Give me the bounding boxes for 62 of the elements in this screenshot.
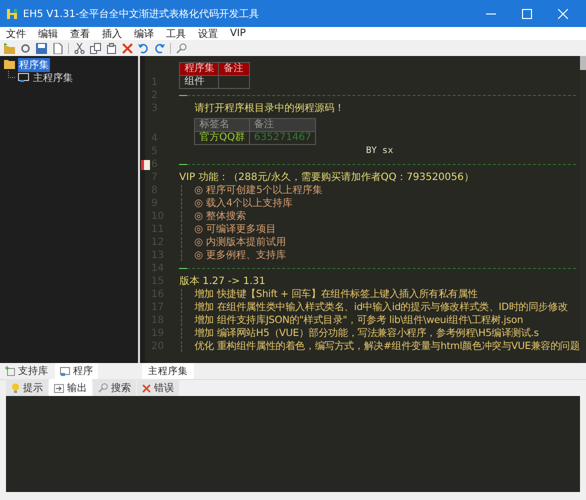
delete-icon[interactable]: [122, 42, 133, 54]
code-line: ◎ 载入4个以上支持库: [181, 198, 293, 209]
table-header-cell: 备注: [218, 62, 250, 76]
window-icon: [18, 73, 29, 82]
code-line: ◎ 程序可创建5个以上程序集: [181, 185, 323, 196]
window-icon: [60, 366, 70, 376]
table-header-cell: 备注: [250, 118, 316, 132]
scrollbar[interactable]: [580, 56, 586, 363]
menu-item[interactable]: 文件: [6, 26, 26, 40]
panel-tab[interactable]: 程序: [55, 363, 98, 379]
table-cell: [218, 76, 250, 88]
menu-item[interactable]: 编译: [134, 26, 154, 40]
lightbulb-icon: [11, 383, 20, 393]
search-icon[interactable]: [176, 42, 187, 54]
code-line: ◎ 更多例程、支持库: [181, 250, 286, 261]
code-line: 版本 1.27 -> 1.31: [179, 276, 266, 287]
output-tab[interactable]: 搜索: [93, 379, 136, 397]
code-line: 增加 在组件属性类中输入样式类名、id中输入id的提示与修改样式类、ID时的同步修改: [181, 302, 568, 313]
code-line: ◎ 整体搜索: [181, 211, 246, 222]
window-title: EH5 V1.31-全平台全中文渐进式表格化代码开发工具: [23, 8, 260, 20]
error-icon: [142, 384, 151, 392]
code-line: ◎ 内测版本提前试用: [181, 237, 286, 248]
document-icon[interactable]: [52, 42, 63, 54]
menu-item[interactable]: VIP: [230, 28, 246, 39]
search-icon: [98, 383, 108, 393]
table-header-cell: 程序集: [180, 62, 219, 76]
copy-icon[interactable]: [90, 42, 101, 54]
code-line: 增加 组件支持库JSON的"样式目录"，可参考 lib\组件\weui组件\工程树.json: [181, 315, 524, 326]
output-tab[interactable]: 输出: [49, 379, 92, 397]
folder-icon: [4, 60, 15, 69]
menu-item[interactable]: 设置: [198, 26, 218, 40]
menu-item[interactable]: 编辑: [38, 26, 58, 40]
code-line: ◎ 可编译更多项目: [181, 224, 276, 235]
paste-icon[interactable]: [106, 42, 117, 54]
close-icon[interactable]: [558, 8, 568, 18]
folder-icon[interactable]: [4, 42, 15, 54]
menu-item[interactable]: 插入: [102, 26, 122, 40]
app-icon: [6, 8, 18, 20]
table-cell: 635271467: [250, 132, 316, 144]
menu-item[interactable]: 工具: [166, 26, 186, 40]
arrow-icon: [54, 384, 64, 392]
menu-item[interactable]: 查看: [70, 26, 90, 40]
table-header-cell: 标签名: [194, 118, 250, 132]
output-tab[interactable]: 错误: [137, 379, 179, 397]
table-cell: 组件: [180, 76, 219, 88]
table-cell: 官方QQ群: [194, 132, 250, 144]
code-line: 增加 快捷键【Shift + 回车】在组件标签上键入插入所有私有属性: [181, 289, 478, 300]
tree-item[interactable]: 主程序集: [32, 70, 74, 84]
code-line: 增加 编译网站H5（VUE）部分功能，写法兼容小程序，参考例程\H5编译测试.s: [181, 328, 539, 339]
code-line: 请打开程序根目录中的例程源码！: [193, 103, 344, 114]
undo-icon[interactable]: [138, 42, 149, 54]
code-line: VIP 功能：（288元/永久，需要购买请加作者QQ：793520056）: [179, 172, 474, 183]
tree-item[interactable]: 程序集: [18, 58, 50, 72]
code-line: BY sx: [365, 145, 394, 158]
editor-tab[interactable]: 主程序集: [142, 363, 194, 379]
maximize-icon[interactable]: [522, 8, 532, 18]
save-icon[interactable]: [36, 42, 47, 54]
panel-tab[interactable]: 支持库: [0, 363, 53, 379]
output-tab[interactable]: 提示: [6, 379, 48, 397]
scissors-icon[interactable]: [74, 42, 85, 54]
redo-icon[interactable]: [154, 42, 165, 54]
plus-box-icon: [5, 366, 15, 376]
